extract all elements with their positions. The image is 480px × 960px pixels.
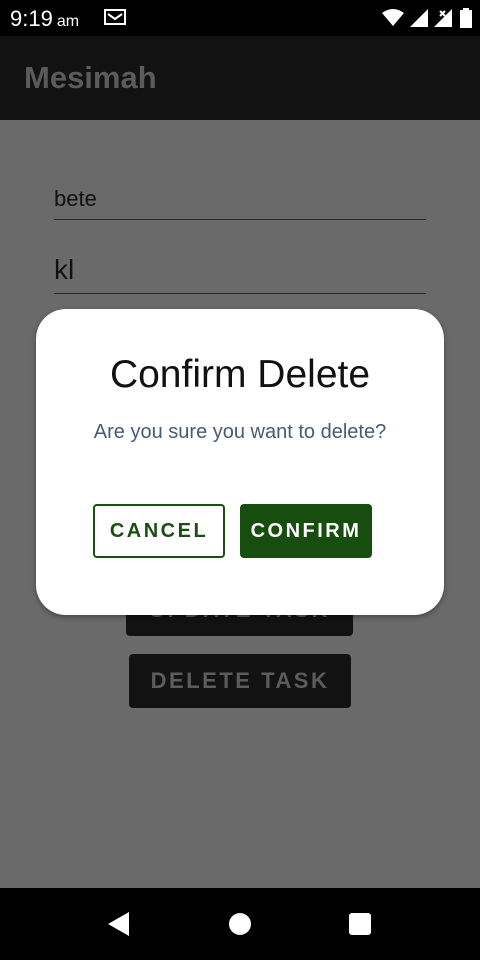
task-detail-field[interactable]: kl: [54, 254, 426, 294]
confirm-button[interactable]: CONFIRM: [240, 504, 372, 558]
battery-icon: [460, 8, 472, 28]
task-name-field[interactable]: bete: [54, 186, 426, 220]
navigation-bar: [0, 888, 480, 960]
cancel-button[interactable]: CANCEL: [93, 504, 225, 558]
signal-icon: [410, 9, 428, 27]
dialog-title: Confirm Delete: [109, 353, 371, 396]
home-icon[interactable]: [229, 913, 251, 935]
delete-task-button[interactable]: DELETE TASK: [129, 654, 351, 708]
dialog-message: Are you sure you want to delete?: [93, 421, 387, 443]
app-title: Mesimah: [24, 60, 157, 95]
status-icons: [382, 8, 472, 28]
status-time-value: 9:19: [10, 6, 53, 31]
confirm-delete-dialog: Confirm Delete Are you sure you want to …: [36, 309, 444, 615]
wifi-icon: [382, 9, 404, 26]
status-bar: 9:19 am: [0, 0, 480, 36]
mail-icon: [104, 9, 126, 25]
recents-icon[interactable]: [349, 913, 371, 935]
app-bar: Mesimah: [0, 36, 480, 120]
status-time: 9:19 am: [10, 6, 79, 32]
status-ampm: am: [56, 13, 80, 30]
signal-x-icon: [434, 9, 452, 27]
back-icon[interactable]: [108, 912, 129, 936]
